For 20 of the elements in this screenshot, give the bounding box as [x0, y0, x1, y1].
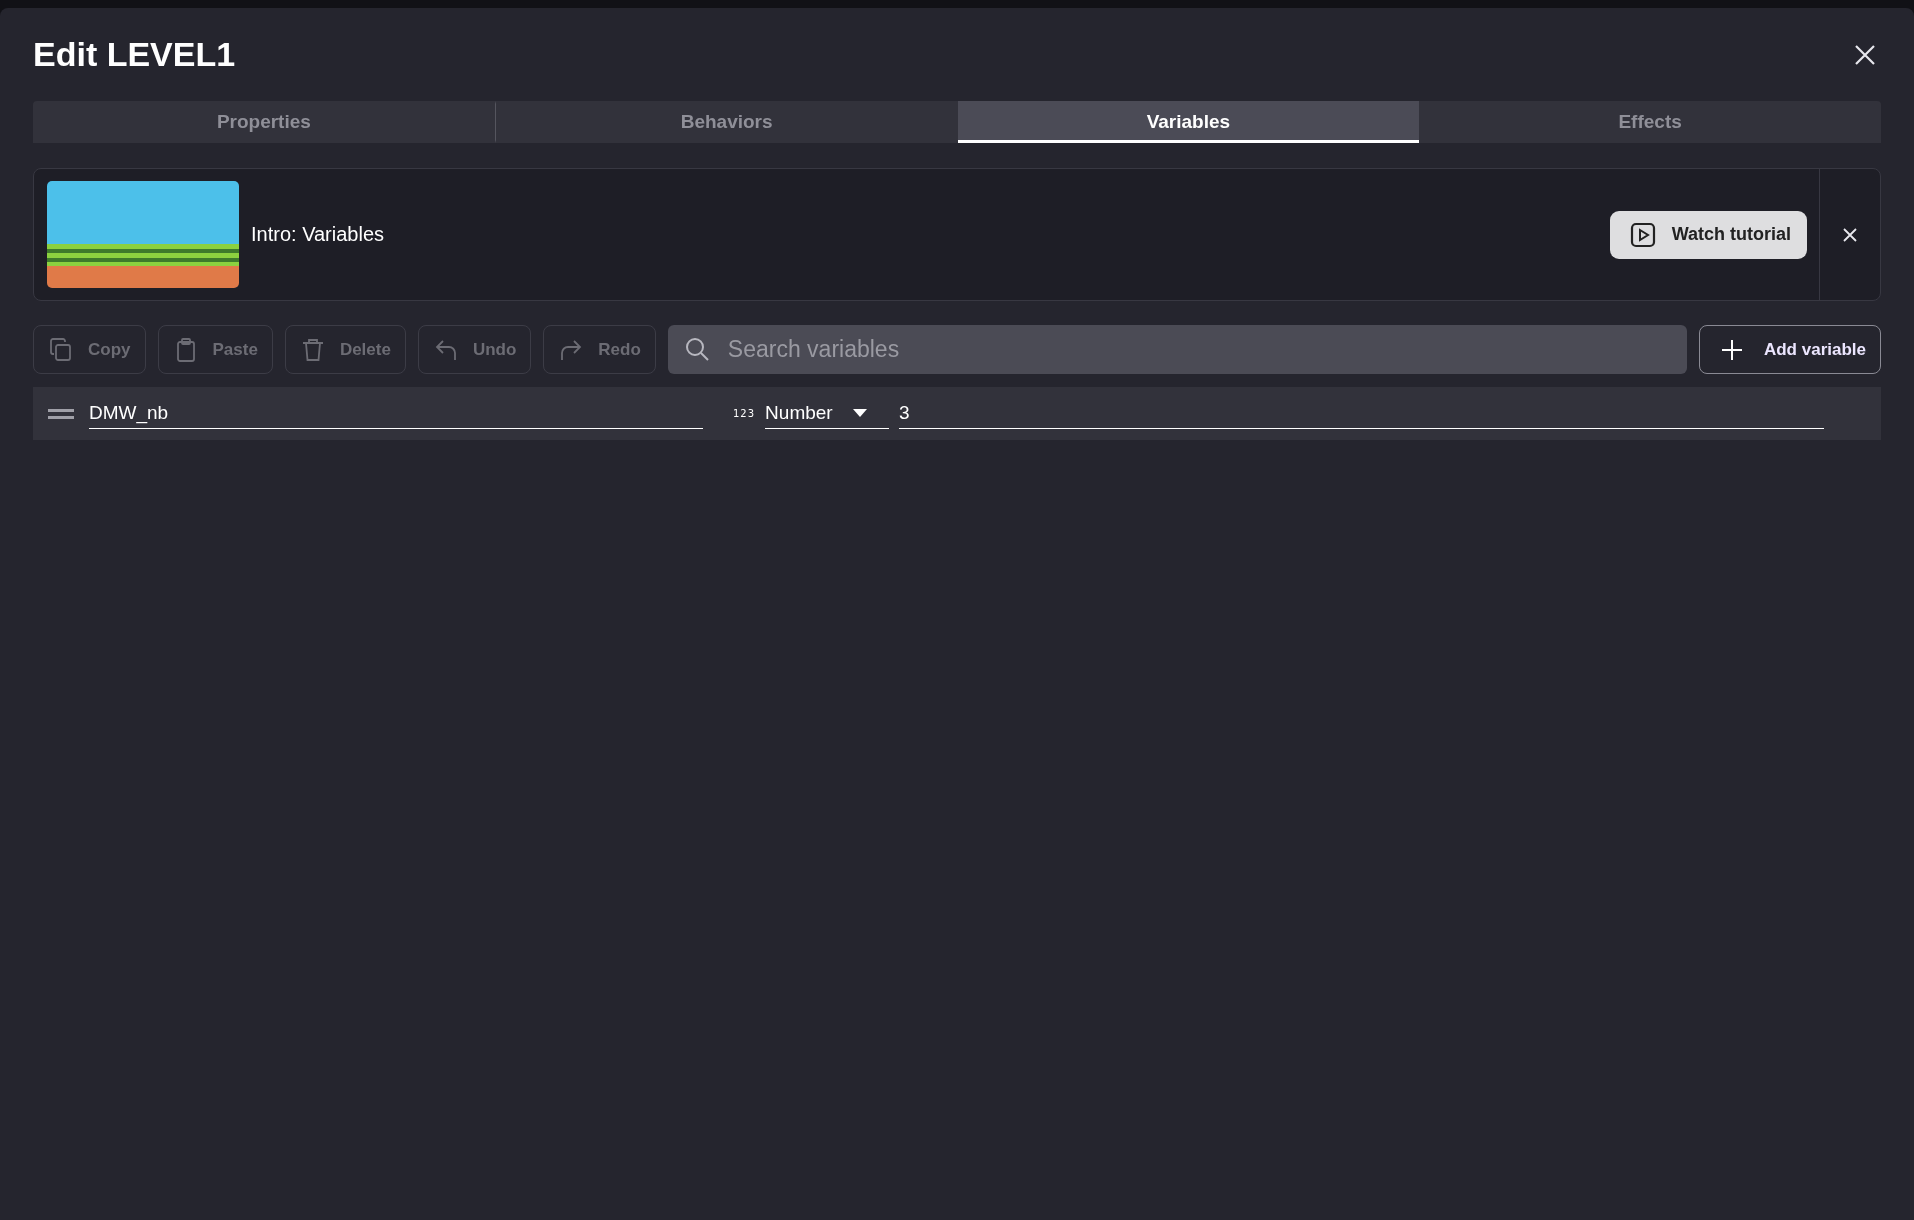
plus-icon: [1719, 337, 1744, 362]
copy-icon: [48, 336, 74, 363]
search-field[interactable]: Search variables: [667, 325, 1687, 374]
add-variable-button[interactable]: Add variable: [1698, 325, 1881, 374]
play-icon: [1629, 221, 1656, 248]
tab[interactable]: Variables: [957, 101, 1420, 143]
dialog-title: Edit LEVEL1: [33, 35, 236, 74]
type-label: 123: [733, 408, 756, 419]
close-icon[interactable]: [1842, 226, 1858, 243]
watch-tutorial-button[interactable]: Watch tutorial: [1609, 210, 1807, 259]
tab[interactable]: Effects: [1419, 101, 1881, 143]
variable-row[interactable]: DMW_nb 123 Number 3: [33, 387, 1881, 440]
close-icon[interactable]: [1853, 42, 1877, 67]
drag-handle-icon[interactable]: [48, 407, 74, 420]
type-dropdown[interactable]: Number: [765, 398, 890, 429]
tutorial-title: Intro: Variables: [251, 223, 386, 246]
tab[interactable]: Properties: [33, 101, 495, 143]
caret-icon: [852, 409, 867, 417]
search-icon: [683, 336, 710, 362]
tab[interactable]: Behaviors: [494, 101, 958, 143]
